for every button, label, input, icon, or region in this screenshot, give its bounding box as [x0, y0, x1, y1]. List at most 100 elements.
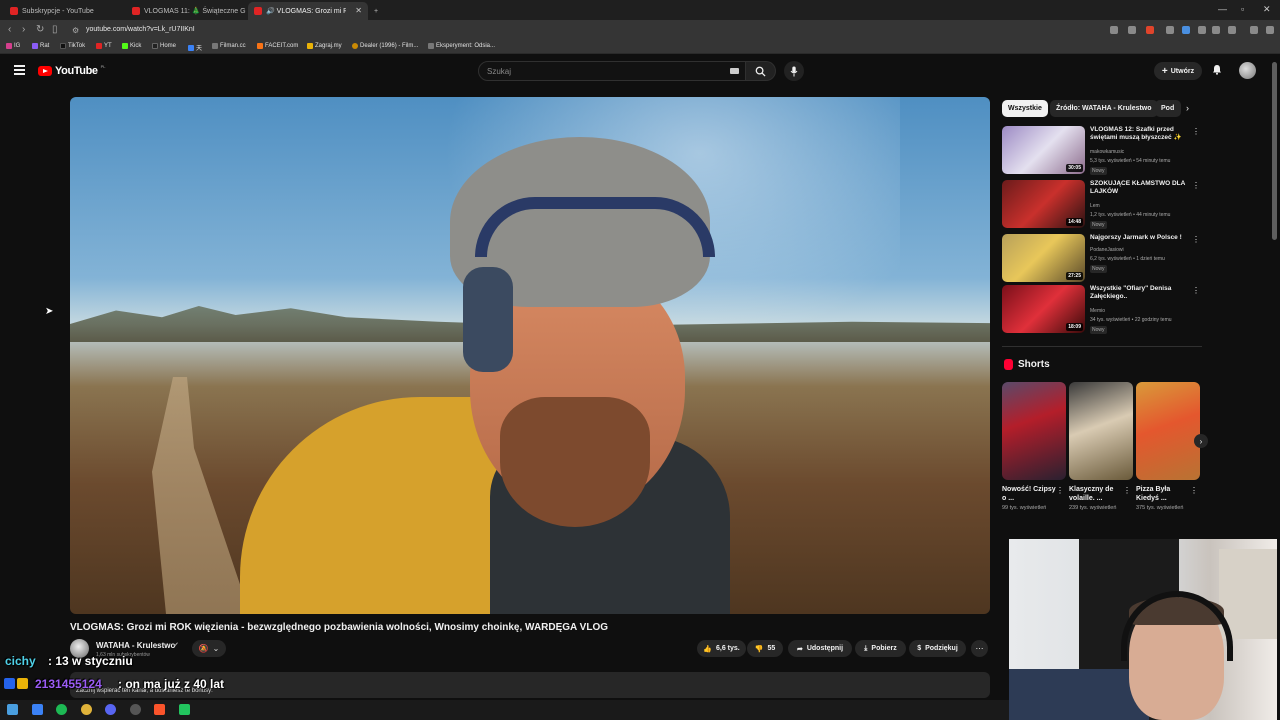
divider [1002, 346, 1202, 347]
short-title: Klasyczny de volaille. ... [1069, 486, 1114, 502]
recommendation-title: Najgorszy Jarmark w Polsce ! [1090, 234, 1182, 241]
reload-icon[interactable]: ↻ [36, 24, 44, 35]
site-info-icon[interactable]: ⚙ [72, 26, 79, 35]
extension-icon[interactable] [1198, 26, 1206, 34]
extension-icon[interactable] [1250, 26, 1258, 34]
browser-tab[interactable]: VLOGMAS 11: 🎄 Świąteczne Gotow [126, 2, 246, 20]
maximize-icon[interactable]: ▫ [1241, 4, 1244, 14]
like-button[interactable]: 👍 6,6 tys. [697, 640, 746, 657]
kebab-icon[interactable]: ⋮ [1056, 486, 1064, 495]
youtube-favicon-icon [10, 7, 18, 15]
close-window-icon[interactable]: ✕ [1263, 4, 1271, 15]
kebab-icon[interactable]: ⋮ [1123, 486, 1131, 495]
bookmark-item[interactable]: Dealer (1996) - Film... [352, 43, 418, 49]
chip-more[interactable]: Pod [1155, 100, 1181, 117]
spotify-icon[interactable] [56, 704, 67, 715]
video-thumbnail: 18:09 [1002, 285, 1085, 333]
extension-icon[interactable] [1110, 26, 1118, 34]
page-scrollbar[interactable] [1272, 62, 1277, 240]
url-field[interactable]: youtube.com/watch?v=Lk_rU7IIKnI [86, 26, 195, 33]
short-title: Nowość! Czipsy o ... [1002, 486, 1056, 502]
notifications-button[interactable]: 🔕 ⌄ [192, 640, 226, 657]
discord-icon[interactable] [105, 704, 116, 715]
extension-icon[interactable] [1166, 26, 1174, 34]
short-thumbnail [1069, 382, 1133, 480]
bookmark-item[interactable]: IG [6, 43, 20, 49]
close-tab-icon[interactable]: ✕ [355, 6, 362, 15]
kebab-icon[interactable]: ⋮ [1192, 286, 1200, 295]
bookmark-item[interactable]: TikTok [60, 43, 85, 49]
chevron-right-icon[interactable]: › [1186, 103, 1189, 113]
thanks-button[interactable]: $ Podziękuj [909, 640, 966, 657]
bookmarks-bar: IG Rat TikTok YT Kick Home 天 Filman.cc F… [0, 40, 1280, 54]
bookmark-item[interactable]: Rat [32, 43, 49, 49]
minimize-icon[interactable]: — [1218, 4, 1227, 14]
bookmark-icon[interactable]: ▯ [52, 24, 58, 35]
short-item[interactable]: Nowość! Czipsy o ... 99 tys. wyświetleń … [1002, 382, 1066, 512]
short-views: 375 tys. wyświetleń [1136, 505, 1184, 511]
kebab-icon[interactable]: ⋮ [1190, 486, 1198, 495]
explorer-icon[interactable] [32, 704, 43, 715]
short-thumbnail [1136, 382, 1200, 480]
youtube-logo[interactable]: YouTube PL [38, 64, 106, 77]
chrome-icon[interactable] [81, 704, 92, 715]
bookmark-item[interactable]: Filman.cc [212, 43, 246, 49]
browser-tab-active[interactable]: 🔊 VLOGMAS: Grozi mi ROK więz ✕ [248, 2, 368, 20]
download-icon[interactable] [1212, 26, 1220, 34]
voice-search-button[interactable] [784, 61, 804, 81]
forward-icon[interactable]: › [22, 24, 25, 35]
keyboard-icon[interactable] [730, 68, 739, 74]
search-input[interactable]: Szukaj [478, 61, 746, 81]
bookmark-item[interactable]: FACEIT.com [257, 43, 298, 49]
recommendation-item[interactable]: 14:48 SZOKUJĄCE KŁAMSTWO DLA LAJKÓW Lem … [1002, 180, 1202, 232]
recommendation-item[interactable]: 30:05 VLOGMAS 12: Szafki przed świętami … [1002, 126, 1202, 178]
bookmark-item[interactable]: YT [96, 43, 112, 49]
back-icon[interactable]: ‹ [8, 24, 11, 35]
bell-off-icon: 🔕 [198, 644, 209, 653]
app-icon[interactable] [179, 704, 190, 715]
channel-name[interactable]: WATAHA - Krulestwo [96, 641, 175, 650]
more-actions-button[interactable]: ⋯ [971, 640, 988, 657]
obs-icon[interactable] [130, 704, 141, 715]
video-thumbnail: 30:05 [1002, 126, 1085, 174]
bookmark-item[interactable]: Eksperyment: Odsia... [428, 43, 495, 49]
search-button[interactable] [746, 61, 776, 81]
bookmark-item[interactable]: Zagraj.my [307, 43, 342, 49]
bookmark-item[interactable]: Home [152, 43, 176, 49]
create-button[interactable]: + Utwórz [1154, 62, 1202, 80]
extension-icon[interactable] [1128, 26, 1136, 34]
shorts-logo-icon [1004, 359, 1013, 370]
bell-icon[interactable] [1212, 64, 1222, 78]
brave-shield-icon[interactable] [1146, 26, 1154, 34]
recommendation-item[interactable]: 18:09 Wszystkie "Ofiary" Denisa Załęckie… [1002, 285, 1202, 337]
dislike-button[interactable]: 👎 55 [747, 640, 783, 657]
windows-start-icon[interactable] [7, 704, 18, 715]
browser-tab[interactable]: Subskrypcje - YouTube [4, 2, 124, 20]
chip-all[interactable]: Wszystkie [1002, 100, 1048, 117]
new-tab-button[interactable]: + [370, 2, 390, 20]
bookmark-item[interactable]: 天 [188, 43, 202, 52]
chip-source[interactable]: Źródło: WATAHA - Krulestwo [1050, 100, 1158, 117]
recommendation-meta: 34 tys. wyświetleń • 22 godziny temu [1090, 317, 1172, 323]
recommendation-item[interactable]: 27:25 Najgorszy Jarmark w Polsce ! Podan… [1002, 234, 1202, 286]
extension-icon[interactable] [1182, 26, 1190, 34]
extension-icon[interactable] [1228, 26, 1236, 34]
kebab-icon[interactable]: ⋮ [1192, 181, 1200, 190]
chevron-right-icon[interactable]: › [1194, 434, 1208, 448]
short-item[interactable]: Pizza Była Kiedyś ... 375 tys. wyświetle… [1136, 382, 1200, 512]
thanks-icon: $ [917, 645, 922, 652]
share-button[interactable]: ➦ Udostępnij [788, 640, 852, 657]
video-player[interactable] [70, 97, 990, 614]
new-badge: Nowy [1090, 265, 1107, 273]
kebab-icon[interactable]: ⋮ [1192, 127, 1200, 136]
bookmark-item[interactable]: Kick [122, 43, 141, 49]
short-item[interactable]: Klasyczny de volaille. ... 239 tys. wyśw… [1069, 382, 1133, 512]
hamburger-icon[interactable] [14, 65, 25, 77]
download-button[interactable]: ⤓ Pobierz [855, 640, 906, 657]
account-avatar[interactable] [1239, 62, 1256, 79]
address-bar: ‹ › ↻ ▯ ⚙ youtube.com/watch?v=Lk_rU7IIKn… [0, 20, 1280, 40]
kebab-icon[interactable]: ⋮ [1192, 235, 1200, 244]
chevron-down-icon: ⌄ [212, 644, 220, 653]
menu-icon[interactable] [1266, 26, 1274, 34]
brave-icon[interactable] [154, 704, 165, 715]
